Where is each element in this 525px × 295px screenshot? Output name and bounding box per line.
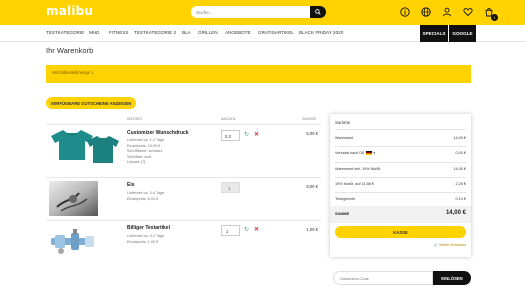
coupon-field [333,271,433,285]
cart-small-icon: 🛒 [433,243,439,247]
search-input[interactable] [196,7,306,17]
summary-label: Trinkgebühr [335,197,356,201]
column-header-sum: Summe [302,117,317,121]
nav-item-black-friday[interactable]: Black Friday 2020 [299,30,343,35]
summary-row-tax: 19% MwSt. auf 11,86 € 2,25 € [335,182,466,186]
summary-label: 19% MwSt. auf 11,86 € [335,182,374,186]
item-name[interactable]: Billiger Testartikel [127,225,170,231]
item-name[interactable]: Customizer Wunschdruck [127,130,189,136]
coupon-input[interactable] [340,275,425,282]
ice-product-image[interactable] [49,181,98,216]
info-icon [399,6,410,17]
show-vouchers-button[interactable]: Verfügbare Gutscheine anzeigen [46,97,136,109]
nav-item-bla[interactable]: BLA [182,30,191,35]
item-delivery-time: Lieferzeit ca. 1-4 Tage [127,138,165,142]
germany-flag-icon [365,151,372,155]
summary-value: 2,25 € [455,182,466,186]
summary-row-tip: Trinkgebühr 0,14 € [335,197,466,201]
shipping-label: Versand nach DE [335,151,365,155]
quantity-input: 1 [221,182,240,193]
summary-divider [335,192,466,193]
row-divider [46,177,321,178]
cart-item-row: Billiger Testartikel Lieferzeit ca. 3-4 … [46,222,321,270]
item-sum: 1,00 € [306,227,318,232]
row-divider [46,220,321,221]
item-name[interactable]: Eis [127,182,135,188]
item-details: Lieferzeit ca. 3-4 Tage Einzelpreis: 8,0… [127,191,164,202]
checkout-button[interactable]: Kasse [335,226,466,238]
refresh-icon[interactable]: ↻ [244,131,249,138]
cart-count-badge: 1 [491,14,498,21]
summary-label: Warenwert inkl. 19% MwSt. [335,167,382,171]
refresh-icon[interactable]: ↻ [244,226,249,233]
quantity-input[interactable]: 1 [221,225,240,236]
logo[interactable]: malibu [46,4,93,18]
nav-item-google[interactable]: Google [449,25,476,42]
remove-item-icon[interactable]: ✕ [254,226,259,233]
nav-item-gratisartikel[interactable]: Gratisartikel [258,30,294,35]
item-upload: Upload: [?] [127,160,146,165]
page-title: Ihr Warenkorb [46,46,94,55]
user-icon [442,7,451,16]
item-sum: 8,00 € [306,184,318,189]
summary-divider [335,162,466,163]
continue-shopping-link[interactable]: 🛒 Weiter einkaufen [434,243,466,247]
order-summary: Summe Warenwert 14,00 € Versand nach DE ▼… [330,114,471,257]
quantity-input[interactable]: 0,3 [221,130,240,141]
max-quantity-notice: Höchstbestellmenge 1 [46,65,471,83]
column-header-quantity: Anzahl [221,117,236,121]
wishlist-button[interactable] [462,6,473,17]
summary-label: Warenwert [335,136,354,140]
heart-icon [462,7,473,16]
item-unit-price: Einzelpreis: 1,00 € [127,239,159,244]
redeem-coupon-button[interactable]: Einlösen [433,271,471,285]
top-bar: malibu 1 [0,0,525,25]
test-product-image[interactable] [49,227,97,257]
tshirt-back-product-image[interactable] [86,134,120,164]
summary-title: Summe [335,120,351,125]
summary-divider [335,129,466,130]
language-button[interactable] [420,6,431,17]
item-font-color: Schriftfarbe: schwarz [127,149,163,154]
info-button[interactable] [399,6,410,17]
search-button[interactable] [310,6,326,18]
nav-item-fitness[interactable]: Fitness [109,30,128,35]
item-unit-price: Einzelpreis: 8,00 € [127,196,159,201]
continue-shopping-label: Weiter einkaufen [439,243,466,247]
cart-button[interactable]: 1 [483,6,498,21]
total-value: 14,00 € [445,210,466,216]
summary-row-total-incl-tax: Warenwert inkl. 19% MwSt. 14,00 € [335,167,466,171]
nav-item-specials[interactable]: Specials [420,25,448,42]
item-delivery-time: Lieferzeit ca. 3-4 Tage [127,191,165,195]
column-header-article: Artikel [127,117,143,121]
search-icon [315,9,321,15]
summary-divider [335,146,466,147]
summary-row-subtotal: Warenwert 14,00 € [335,136,466,140]
table-header-divider [46,124,321,125]
item-delivery-time: Lieferzeit ca. 3-4 Tage [127,234,165,238]
cart-item-row: Customizer Wunschdruck Lieferzeit ca. 1-… [46,126,321,174]
nav-item-mhd[interactable]: MHD [89,30,99,35]
summary-label: Versand nach DE ▼ [335,151,376,155]
nav-item-angebote[interactable]: Angebote [225,30,251,35]
summary-row-shipping: Versand nach DE ▼ 0,00 € [335,151,466,155]
summary-value: 0,00 € [455,151,466,155]
item-details: Lieferzeit ca. 3-4 Tage Einzelpreis: 1,0… [127,234,164,245]
summary-value: 14,00 € [453,136,466,140]
summary-value: 0,14 € [455,197,466,201]
globe-icon [420,6,431,17]
summary-divider [335,177,466,178]
nav-item-grillen[interactable]: Grillen [198,30,218,35]
nav-item-testkategorie-2[interactable]: Testkategorie 2 [134,30,176,35]
remove-item-icon[interactable]: ✕ [254,131,259,138]
item-details: Lieferzeit ca. 1-4 Tage Einzelpreis: 15,… [127,138,164,166]
chevron-down-icon[interactable]: ▼ [373,151,376,155]
search-box [191,6,326,18]
summary-value: 14,00 € [453,167,466,171]
total-label: Summe [335,212,350,216]
account-button[interactable] [441,6,452,17]
nav-item-testkategorie[interactable]: Testkategorie [46,30,84,35]
summary-total-bar: Summe 14,00 € [330,206,471,223]
item-sum: 5,00 € [306,131,318,136]
